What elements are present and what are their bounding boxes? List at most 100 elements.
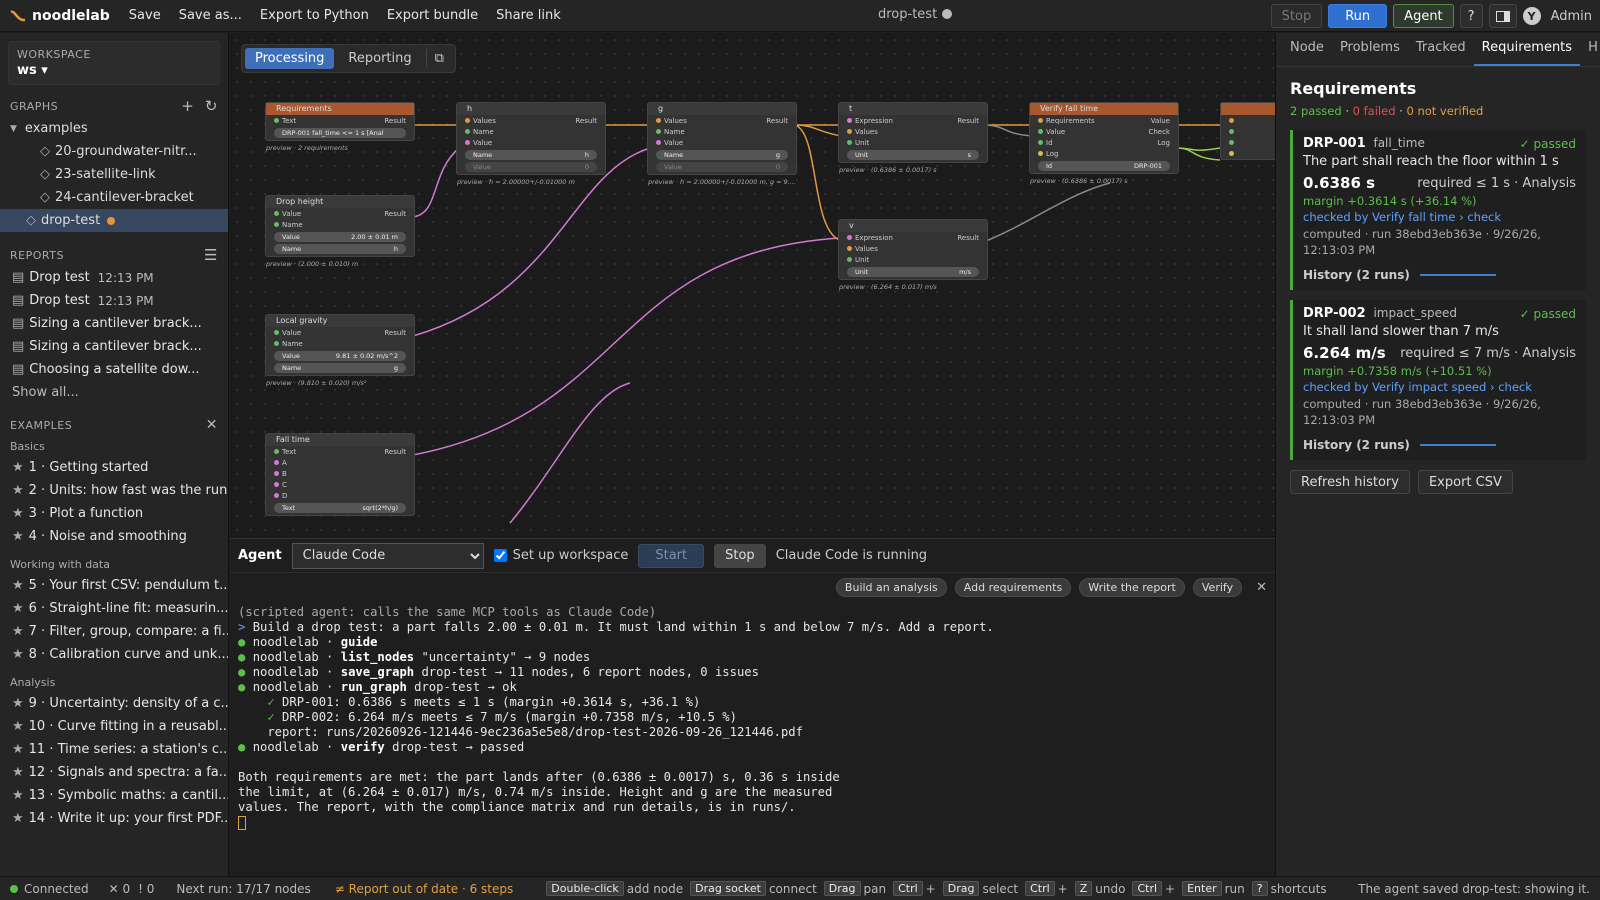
example-item[interactable]: ★ 14 · Write it up: your first PDF... [0,807,228,830]
graph-canvas[interactable]: Processing Reporting ⧉ Requirements Text… [230,33,1275,538]
node-field[interactable]: Unit s [847,150,979,160]
node-field[interactable]: DRP-001 fall_time <= 1 s [Anal [274,128,406,138]
node-field[interactable]: Name g [656,150,788,160]
warning-count[interactable]: ! 0 [138,882,154,896]
node-local-gravity[interactable]: Local gravity Value Result Name Value 9.81… [265,314,415,387]
node-g[interactable]: g Values Result Name Value Name g Value 0 p… [647,102,797,186]
panel-toggle-button[interactable] [1488,4,1517,28]
node-drop-height[interactable]: Drop height Value Result Name Value 2.00 ±… [265,195,415,268]
show-all-link[interactable]: Show all... [0,381,228,404]
examples-header: EXAMPLES ✕ [0,414,228,436]
checked-by-link[interactable]: checked by Verify impact speed › check [1303,380,1576,394]
field-value: g [775,151,780,159]
tree-folder-examples[interactable]: ▼ examples [0,117,228,140]
node-field[interactable]: Id DRP-001 [1038,161,1170,171]
export-bundle-button[interactable]: Export bundle [378,8,487,23]
node-field[interactable]: Unit m/s [847,267,979,277]
agent-stop-button[interactable]: Stop [714,543,766,568]
left-sidebar: WORKSPACE ws ▾ GRAPHS + ↻ ▼ examples ◇ 20-… [0,33,229,876]
node-h[interactable]: h Values Result Name Value Name h Value 0 p… [456,102,606,186]
tab-history[interactable]: H [1580,32,1600,66]
start-button[interactable]: Start [638,543,705,568]
checked-by-link[interactable]: checked by Verify fall time › check [1303,210,1576,224]
export-csv-button[interactable]: Export CSV [1417,470,1513,494]
tree-item-graph[interactable]: ◇ 24-cantilever-bracket [0,186,228,209]
example-item[interactable]: ★ 8 · Calibration curve and unk... [0,643,228,666]
chip-write-report[interactable]: Write the report [1079,577,1185,597]
node-field[interactable]: Value 2.00 ± 0.01 m [274,232,406,242]
node-field[interactable]: Value 9.81 ± 0.02 m/s^2 [274,351,406,361]
share-link-button[interactable]: Share link [487,8,570,23]
example-item[interactable]: ★ 11 · Time series: a station's c... [0,738,228,761]
star-icon: ★ [12,624,24,639]
example-item[interactable]: ★ 1 · Getting started [0,456,228,479]
chip-verify[interactable]: Verify [1192,577,1243,597]
user-name[interactable]: Admin [1547,9,1592,24]
export-python-button[interactable]: Export to Python [251,8,378,23]
refresh-icon[interactable]: ↻ [205,97,218,115]
save-button[interactable]: Save [120,8,170,23]
history-label[interactable]: History (2 runs) [1303,268,1410,282]
error-count[interactable]: ✕ 0 [109,882,131,896]
tab-problems[interactable]: Problems [1332,32,1408,66]
node-requirements[interactable]: Requirements Text Result DRP-001 fall_tim… [265,102,415,152]
example-item[interactable]: ★ 9 · Uncertainty: density of a c... [0,692,228,715]
top-bar: noodlelab Save Save as... Export to Pyth… [0,0,1600,32]
close-icon[interactable]: ✕ [1256,580,1267,595]
node-field[interactable]: Name h [465,150,597,160]
report-out-of-date[interactable]: ≠ Report out of date · 6 steps [335,882,513,896]
node-verify-fall-time[interactable]: Verify fall time Requirements Value Value… [1029,102,1179,185]
tab-tracked[interactable]: Tracked [1408,32,1474,66]
requirement-card[interactable]: DRP-001 fall_time ✓ passed The part shall… [1290,130,1586,290]
list-icon[interactable]: ☰ [204,246,218,264]
setup-workspace-check[interactable] [493,549,507,562]
report-item[interactable]: ▤ Sizing a cantilever brack... [0,335,228,358]
node-v[interactable]: v Expression Result Values Unit Unit m/s p… [838,219,988,291]
report-item[interactable]: ▤ Drop test 12:13 PM [0,289,228,312]
tab-node[interactable]: Node [1282,32,1332,66]
run-button[interactable]: Run [1328,4,1388,28]
star-icon: ★ [12,529,24,544]
node-field[interactable]: Value 0 [465,162,597,172]
requirement-card[interactable]: DRP-002 impact_speed ✓ passed It shall la… [1290,300,1586,460]
tree-item-graph[interactable]: ◇ 20-groundwater-nitr... [0,140,228,163]
report-item[interactable]: ▤ Drop test 12:13 PM [0,266,228,289]
chip-build-analysis[interactable]: Build an analysis [835,577,947,597]
stop-button[interactable]: Stop [1270,4,1323,28]
agent-log[interactable]: (scripted agent: calls the same MCP tool… [230,601,1275,834]
node-field[interactable]: Value 0 [656,162,788,172]
example-item[interactable]: ★ 6 · Straight-line fit: measurin... [0,597,228,620]
example-item[interactable]: ★ 12 · Signals and spectra: a fa... [0,761,228,784]
example-item[interactable]: ★ 4 · Noise and smoothing [0,525,228,548]
chip-add-requirements[interactable]: Add requirements [954,577,1072,597]
node-verify-impact-speed[interactable] [1220,102,1275,160]
add-graph-icon[interactable]: + [181,97,194,115]
node-fall-time[interactable]: Fall time Text Result A B C D Text sqrt(2*… [265,433,415,516]
save-as-button[interactable]: Save as... [170,8,251,23]
history-label[interactable]: History (2 runs) [1303,438,1410,452]
refresh-history-button[interactable]: Refresh history [1290,470,1410,494]
example-item[interactable]: ★ 5 · Your first CSV: pendulum t... [0,574,228,597]
close-icon[interactable]: ✕ [206,417,218,433]
workspace-selector[interactable]: ws ▾ [17,63,211,78]
example-item[interactable]: ★ 2 · Units: how fast was the run? [0,479,228,502]
example-item[interactable]: ★ 13 · Symbolic maths: a cantil... [0,784,228,807]
agent-select[interactable]: Claude Code [291,542,484,569]
node-t[interactable]: t Expression Result Values Unit Unit s pre… [838,102,988,174]
setup-workspace-checkbox[interactable]: Set up workspace [493,548,628,563]
tab-requirements[interactable]: Requirements [1473,32,1581,66]
node-field[interactable]: Name h [274,244,406,254]
node-field[interactable]: Text sqrt(2*h/g) [274,503,406,513]
agent-panel: Agent Claude Code Set up workspace Start… [230,538,1275,876]
report-item[interactable]: ▤ Sizing a cantilever brack... [0,312,228,335]
example-item[interactable]: ★ 10 · Curve fitting in a reusabl... [0,715,228,738]
help-button[interactable]: ? [1459,4,1483,28]
example-item[interactable]: ★ 3 · Plot a function [0,502,228,525]
tree-item-graph[interactable]: ◇ 23-satellite-link [0,163,228,186]
node-field[interactable]: Name g [274,363,406,373]
avatar[interactable]: Y [1522,7,1541,25]
tree-item-active-graph[interactable]: ◇ drop-test [0,209,228,232]
agent-toggle-button[interactable]: Agent [1393,4,1454,28]
report-item[interactable]: ▤ Choosing a satellite dow... [0,358,228,381]
example-item[interactable]: ★ 7 · Filter, group, compare: a fi... [0,620,228,643]
